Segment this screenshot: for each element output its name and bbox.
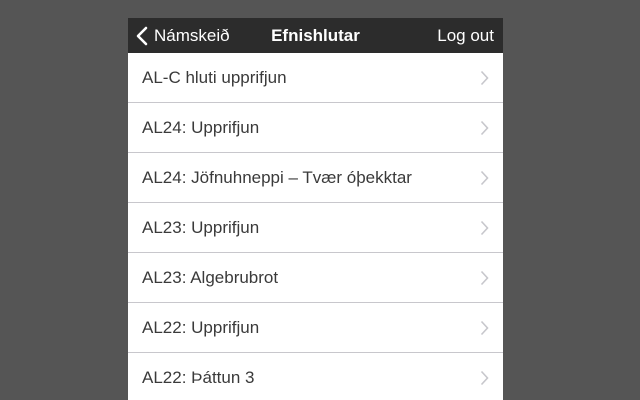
back-button-label: Námskeið (154, 25, 230, 45)
list-item[interactable]: AL22: Upprifjun (128, 303, 503, 353)
chevron-right-icon (480, 70, 489, 85)
chevron-right-icon (480, 370, 489, 385)
list-item-label: AL24: Upprifjun (142, 117, 260, 137)
list-item-label: AL23: Upprifjun (142, 217, 260, 237)
chevron-right-icon (480, 220, 489, 235)
logout-button[interactable]: Log out (437, 18, 494, 53)
list-item[interactable]: AL24: Upprifjun (128, 103, 503, 153)
topic-list: AL-C hluti upprifjun AL24: Upprifjun AL2… (128, 53, 503, 400)
back-button[interactable]: Námskeið (136, 18, 230, 53)
list-item-label: AL24: Jöfnuhneppi – Tvær óþekktar (142, 167, 412, 187)
list-item-label: AL-C hluti upprifjun (142, 67, 287, 87)
app-screen: Námskeið Efnishlutar Log out AL-C hluti … (128, 18, 503, 400)
list-item[interactable]: AL-C hluti upprifjun (128, 53, 503, 103)
navigation-bar: Námskeið Efnishlutar Log out (128, 18, 503, 53)
chevron-right-icon (480, 270, 489, 285)
chevron-right-icon (480, 320, 489, 335)
list-item-label: AL22: Þáttun 3 (142, 367, 255, 387)
chevron-right-icon (480, 170, 489, 185)
chevron-left-icon (136, 26, 148, 46)
list-item[interactable]: AL23: Algebrubrot (128, 253, 503, 303)
list-item-label: AL23: Algebrubrot (142, 267, 279, 287)
list-item-label: AL22: Upprifjun (142, 317, 260, 337)
list-item[interactable]: AL24: Jöfnuhneppi – Tvær óþekktar (128, 153, 503, 203)
chevron-right-icon (480, 120, 489, 135)
list-item[interactable]: AL22: Þáttun 3 (128, 353, 503, 400)
list-item[interactable]: AL23: Upprifjun (128, 203, 503, 253)
